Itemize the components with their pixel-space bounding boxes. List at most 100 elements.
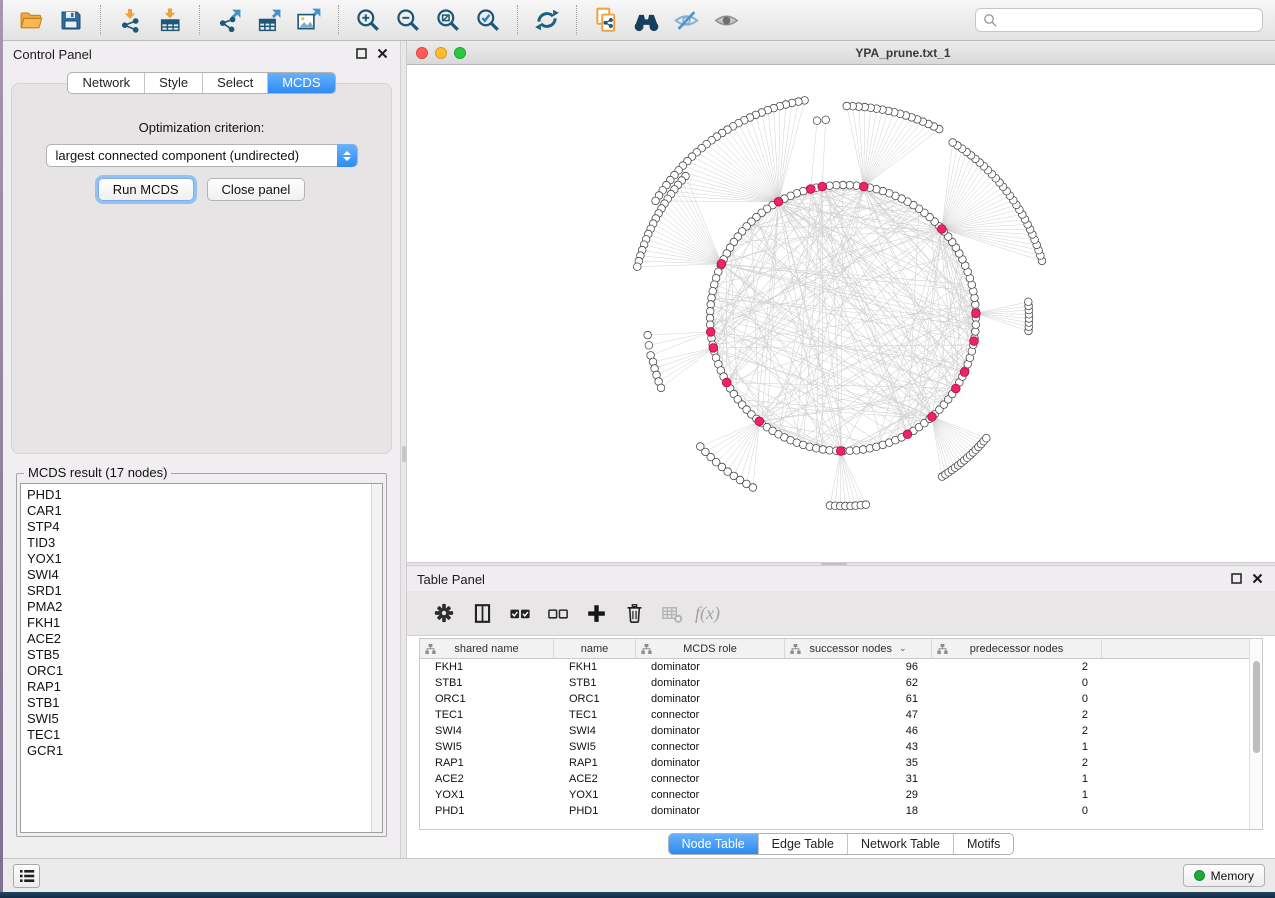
- search-input[interactable]: [997, 10, 1262, 30]
- splitter-handle[interactable]: [821, 563, 847, 565]
- table-row[interactable]: TEC1TEC1connector472: [420, 707, 1262, 723]
- export-image-icon[interactable]: [289, 3, 329, 37]
- column-header-successor-nodes[interactable]: successor nodes⌄: [785, 639, 932, 658]
- close-window-button[interactable]: [416, 47, 428, 59]
- tab-node-table[interactable]: Node Table: [669, 834, 758, 854]
- criterion-select[interactable]: largest connected component (undirected): [46, 144, 358, 167]
- export-table-icon[interactable]: [249, 3, 289, 37]
- import-table-icon[interactable]: [150, 3, 190, 37]
- table-row[interactable]: STB1STB1dominator620: [420, 675, 1262, 691]
- zoom-fit-icon[interactable]: [428, 3, 468, 37]
- table-scrollbar[interactable]: [1249, 639, 1262, 829]
- show-all-icon[interactable]: [706, 3, 746, 37]
- mcds-node-item[interactable]: ACE2: [21, 631, 382, 647]
- mcds-node-item[interactable]: TEC1: [21, 727, 382, 743]
- float-panel-icon[interactable]: [1231, 573, 1242, 584]
- network-window: YPA_prune.txt_1: [407, 41, 1275, 562]
- mcds-node-item[interactable]: GCR1: [21, 743, 382, 759]
- mcds-node-item[interactable]: TID3: [21, 535, 382, 551]
- cell: YOX1: [554, 789, 636, 801]
- splitter-handle[interactable]: [402, 446, 406, 462]
- main-toolbar: [3, 0, 1275, 41]
- zoom-out-icon[interactable]: [388, 3, 428, 37]
- table-row[interactable]: SWI5SWI5connector431: [420, 739, 1262, 755]
- column-header-name[interactable]: name: [554, 639, 636, 658]
- column-header-shared-name[interactable]: shared name: [420, 639, 554, 658]
- mcds-node-item[interactable]: CAR1: [21, 503, 382, 519]
- mcds-node-item[interactable]: YOX1: [21, 551, 382, 567]
- scrollbar-thumb[interactable]: [1253, 661, 1260, 753]
- table-row[interactable]: SWI4SWI4dominator462: [420, 723, 1262, 739]
- tab-network-table[interactable]: Network Table: [847, 834, 953, 854]
- open-session-icon[interactable]: [11, 3, 51, 37]
- save-session-icon[interactable]: [51, 3, 91, 37]
- memory-button[interactable]: Memory: [1183, 864, 1265, 887]
- float-panel-icon[interactable]: [356, 48, 367, 59]
- tab-edge-table[interactable]: Edge Table: [758, 834, 847, 854]
- cell: ORC1: [420, 693, 554, 705]
- tab-select[interactable]: Select: [202, 73, 267, 93]
- criterion-selected-value: largest connected component (undirected): [47, 148, 300, 163]
- tab-style[interactable]: Style: [144, 73, 202, 93]
- mcds-list-scrollbar[interactable]: [371, 484, 382, 832]
- table-panel-header: Table Panel: [407, 566, 1275, 591]
- select-all-icon[interactable]: [501, 596, 539, 630]
- mcds-node-item[interactable]: PHD1: [21, 487, 382, 503]
- clone-network-icon[interactable]: [586, 3, 626, 37]
- mcds-node-item[interactable]: STP4: [21, 519, 382, 535]
- column-header-mcds-role[interactable]: MCDS role: [636, 639, 785, 658]
- close-panel-icon[interactable]: [377, 48, 388, 59]
- mcds-node-item[interactable]: ORC1: [21, 663, 382, 679]
- node-table[interactable]: shared namenameMCDS rolesuccessor nodes⌄…: [419, 638, 1263, 830]
- quick-search[interactable]: [975, 8, 1263, 32]
- add-column-icon[interactable]: [577, 596, 615, 630]
- zoom-window-button[interactable]: [454, 47, 466, 59]
- close-panel-icon[interactable]: [1252, 573, 1263, 584]
- export-network-icon[interactable]: [209, 3, 249, 37]
- task-history-button[interactable]: [13, 864, 40, 888]
- hide-selected-icon[interactable]: [666, 3, 706, 37]
- tab-network[interactable]: Network: [68, 73, 144, 93]
- network-titlebar: YPA_prune.txt_1: [407, 41, 1275, 65]
- vertical-splitter[interactable]: [400, 41, 407, 858]
- zoom-selected-icon[interactable]: [468, 3, 508, 37]
- table-row[interactable]: FKH1FKH1dominator962: [420, 659, 1262, 675]
- table-row[interactable]: YOX1YOX1connector291: [420, 787, 1262, 803]
- cell: SWI4: [420, 725, 554, 737]
- mcds-node-item[interactable]: FKH1: [21, 615, 382, 631]
- table-row[interactable]: RAP1RAP1dominator352: [420, 755, 1262, 771]
- mcds-node-item[interactable]: RAP1: [21, 679, 382, 695]
- apply-layout-icon[interactable]: [527, 3, 567, 37]
- mcds-node-item[interactable]: SWI5: [21, 711, 382, 727]
- delete-column-icon[interactable]: [615, 596, 653, 630]
- deselect-all-icon[interactable]: [539, 596, 577, 630]
- cell: connector: [636, 709, 785, 721]
- table-options-icon[interactable]: [425, 596, 463, 630]
- cell: 1: [932, 789, 1102, 801]
- show-columns-icon[interactable]: [463, 596, 501, 630]
- import-network-icon[interactable]: [110, 3, 150, 37]
- mcds-result-list[interactable]: PHD1CAR1STP4TID3YOX1SWI4SRD1PMA2FKH1ACE2…: [20, 483, 383, 833]
- mcds-node-item[interactable]: SRD1: [21, 583, 382, 599]
- first-neighbors-icon[interactable]: [626, 3, 666, 37]
- mcds-node-item[interactable]: SWI4: [21, 567, 382, 583]
- cell: 46: [785, 725, 932, 737]
- cell: 1: [932, 741, 1102, 753]
- minimize-window-button[interactable]: [435, 47, 447, 59]
- cell: connector: [636, 741, 785, 753]
- table-row[interactable]: ORC1ORC1dominator610: [420, 691, 1262, 707]
- cell: TEC1: [420, 709, 554, 721]
- zoom-in-icon[interactable]: [348, 3, 388, 37]
- memory-label: Memory: [1211, 869, 1254, 883]
- mcds-node-item[interactable]: PMA2: [21, 599, 382, 615]
- tab-mcds[interactable]: MCDS: [267, 73, 334, 93]
- run-mcds-button[interactable]: Run MCDS: [98, 178, 194, 201]
- close-panel-button[interactable]: Close panel: [207, 178, 306, 201]
- table-row[interactable]: ACE2ACE2connector311: [420, 771, 1262, 787]
- mcds-node-item[interactable]: STB5: [21, 647, 382, 663]
- mcds-node-item[interactable]: STB1: [21, 695, 382, 711]
- column-header-predecessor-nodes[interactable]: predecessor nodes: [932, 639, 1102, 658]
- tab-motifs[interactable]: Motifs: [953, 834, 1013, 854]
- table-row[interactable]: PHD1PHD1dominator180: [420, 803, 1262, 819]
- network-canvas[interactable]: [407, 65, 1275, 566]
